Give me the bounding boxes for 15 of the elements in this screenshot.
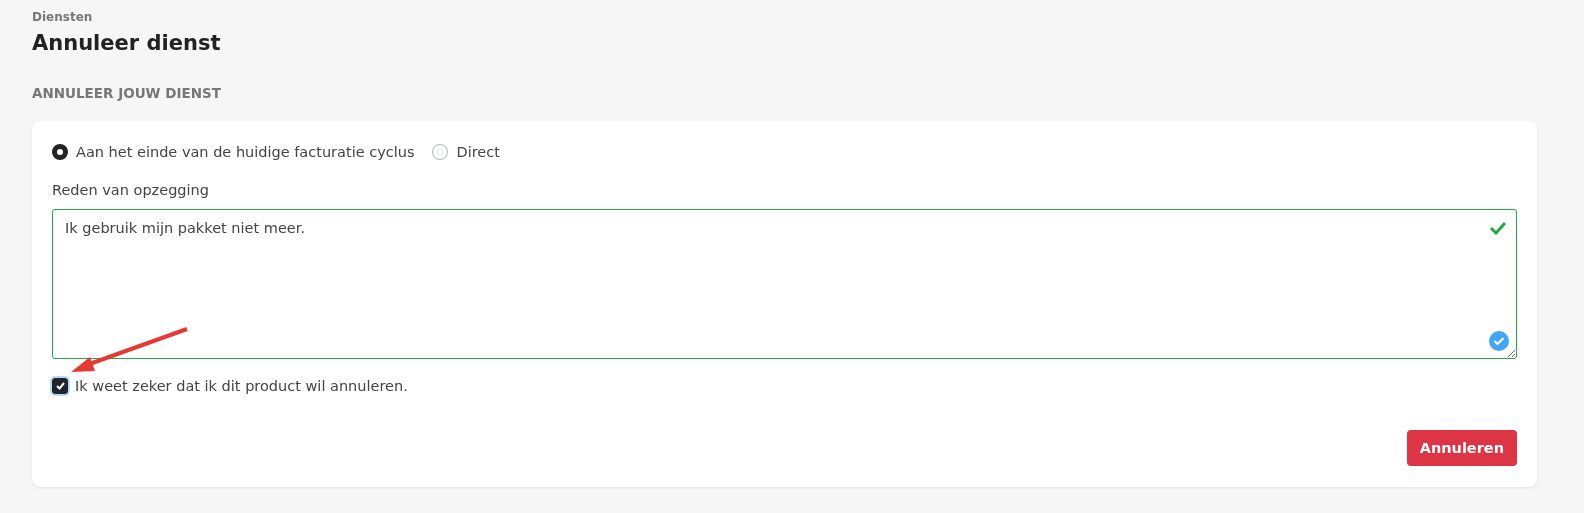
page-title: Annuleer dienst [32, 31, 222, 55]
reason-textarea[interactable]: Ik gebruik mijn pakket niet meer. [52, 209, 1517, 359]
checkbox-label[interactable]: Ik weet zeker dat ik dit product wil annuleren. [75, 378, 408, 394]
checkbox[interactable] [52, 378, 68, 394]
section-heading: ANNULEER JOUW DIENST [32, 85, 222, 101]
radio-label[interactable]: Aan het einde van de huidige facturatie cyclus [76, 144, 415, 160]
field-label: Reden van opzegging [52, 182, 210, 198]
radio-button[interactable] [432, 144, 449, 160]
radio-button[interactable] [52, 144, 68, 160]
check-circle-icon [1489, 331, 1509, 351]
cancel-button[interactable]: Annuleren [1406, 430, 1517, 466]
valid-check-icon [1489, 221, 1507, 235]
breadcrumb: Diensten [32, 10, 94, 24]
checkmark-icon [55, 382, 65, 390]
radio-label[interactable]: Direct [456, 144, 500, 160]
